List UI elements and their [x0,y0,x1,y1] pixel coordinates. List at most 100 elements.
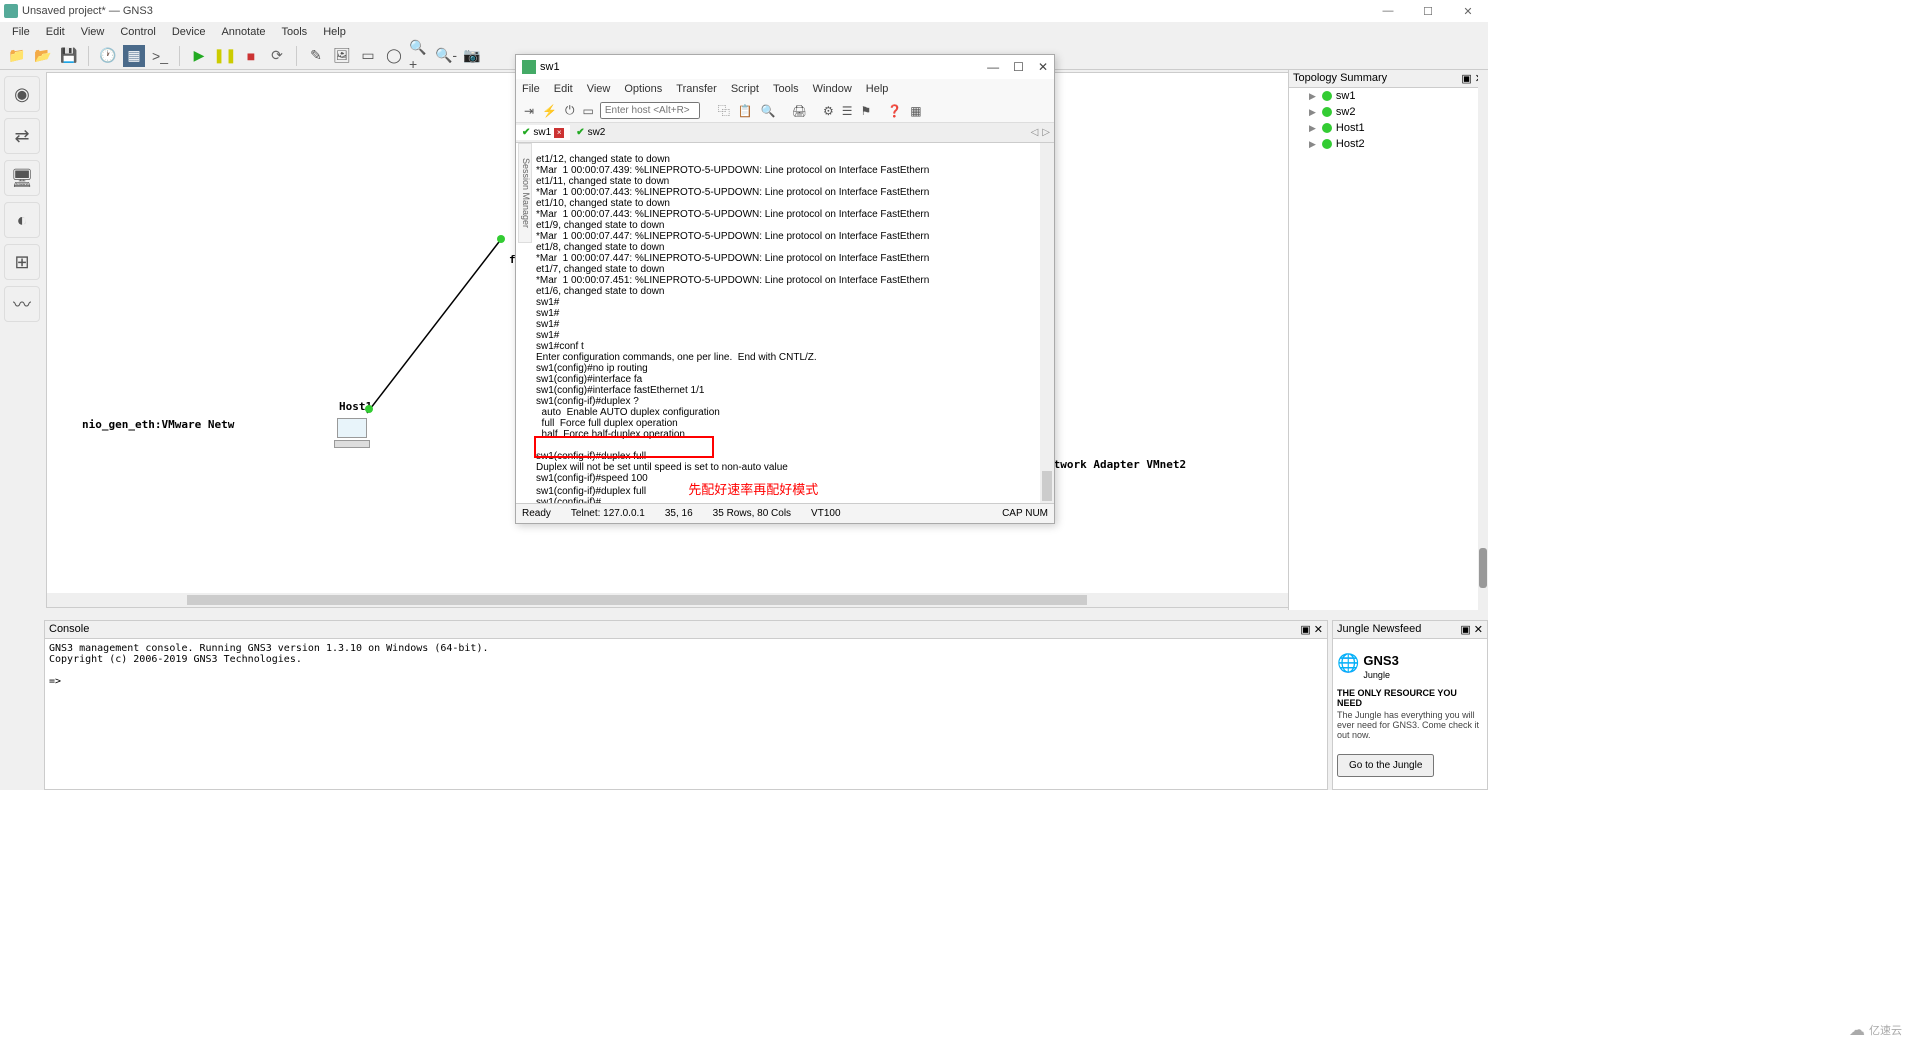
copy-icon[interactable]: ⿻ [716,102,732,119]
start-icon[interactable]: ▶ [188,45,210,67]
routers-icon[interactable]: ◉ [4,76,40,112]
tab-sw2[interactable]: ✔ sw2 [570,125,611,140]
topo-item-sw1[interactable]: ▶sw1 [1289,88,1488,104]
terminal-toolbar: ⇥ ⚡ ⏻ ▭ ⿻ 📋 🔍 🖨 ⚙ ☰ ⚑ ❓ ▦ [516,99,1054,123]
reload-icon[interactable]: ⟳ [266,45,288,67]
status-dot-icon [1322,139,1332,149]
menu-view[interactable]: View [73,26,113,38]
topo-item-host2[interactable]: ▶Host2 [1289,136,1488,152]
switches-icon[interactable]: ⇄ [4,118,40,154]
menu-edit[interactable]: Edit [38,26,73,38]
find-icon[interactable]: 🔍 [759,104,778,118]
host-input[interactable] [600,102,700,119]
panel-header: Topology Summary ▣ ✕ [1289,70,1488,88]
save-icon[interactable]: 💾 [58,45,80,67]
menu-file[interactable]: File [4,26,38,38]
go-to-jungle-button[interactable]: Go to the Jungle [1337,754,1434,777]
menu-control[interactable]: Control [112,26,163,38]
terminal-statusbar: Ready Telnet: 127.0.0.1 35, 16 35 Rows, … [516,503,1054,523]
term-menu-edit[interactable]: Edit [554,83,573,95]
newsfeed-title: Jungle Newsfeed [1337,623,1421,636]
paste-icon[interactable]: 📋 [736,104,755,118]
term-menu-window[interactable]: Window [813,83,852,95]
term-menu-view[interactable]: View [587,83,611,95]
panel-controls[interactable]: ▣ ✕ [1460,623,1483,636]
zoom-in-icon[interactable]: 🔍+ [409,45,431,67]
ellipse-icon[interactable]: ◯ [383,45,405,67]
link-icon[interactable]: 〰 [4,286,40,322]
topo-label: sw1 [1336,90,1356,102]
console-all-icon[interactable]: >_ [149,45,171,67]
stop-icon[interactable]: ■ [240,45,262,67]
menu-help[interactable]: Help [315,26,354,38]
maximize-button[interactable]: ☐ [1408,0,1448,22]
minimize-button[interactable]: — [1368,0,1408,22]
status-dot-icon [1322,123,1332,133]
status-cursor-pos: 35, 16 [665,508,693,519]
canvas-scrollbar-horizontal[interactable] [47,593,1485,607]
tab-next-icon[interactable]: ▷ [1042,127,1050,138]
link-endpoint-dot [365,405,373,413]
separator [88,46,89,66]
help-icon[interactable]: ❓ [885,104,904,118]
terminal-minimize-button[interactable]: — [987,60,999,74]
newsfeed-panel: Jungle Newsfeed ▣ ✕ 🌐 GNS3 Jungle THE ON… [1332,620,1488,790]
session-options-icon[interactable]: ☰ [840,104,855,118]
tab-prev-icon[interactable]: ◁ [1031,127,1039,138]
tab-sw1[interactable]: ✔ sw1 × [516,125,570,140]
image-icon[interactable]: 🖼 [331,45,353,67]
menu-tools[interactable]: Tools [274,26,316,38]
term-menu-help[interactable]: Help [866,83,889,95]
terminal-close-button[interactable]: ✕ [1038,60,1048,74]
separator [296,46,297,66]
console-text[interactable]: GNS3 management console. Running GNS3 ve… [45,639,1327,691]
panel-controls[interactable]: ▣ ✕ [1300,623,1323,636]
menu-annotate[interactable]: Annotate [213,26,273,38]
properties-icon[interactable]: ⚙ [821,104,836,118]
newsfeed-logo: GNS3 [1363,653,1398,668]
term-menu-tools[interactable]: Tools [773,83,799,95]
terminal-titlebar[interactable]: sw1 — ☐ ✕ [516,55,1054,79]
show-names-icon[interactable]: ▦ [123,45,145,67]
topo-item-sw2[interactable]: ▶sw2 [1289,104,1488,120]
note-icon[interactable]: ✎ [305,45,327,67]
screenshot-icon[interactable]: 📷 [461,45,483,67]
new-project-icon[interactable]: 📁 [6,45,28,67]
topo-item-host1[interactable]: ▶Host1 [1289,120,1488,136]
terminal-scrollbar[interactable] [1040,143,1054,503]
status-dot-icon [1322,107,1332,117]
page-scrollbar[interactable] [1478,70,1488,610]
menu-device[interactable]: Device [164,26,214,38]
disconnect-icon[interactable]: ⏻ [563,103,577,118]
security-icon[interactable]: ◐ [4,202,40,238]
terminal-menubar: File Edit View Options Transfer Script T… [516,79,1054,99]
snapshot-icon[interactable]: 🕐 [97,45,119,67]
session-manager-tab[interactable]: Session Manager [518,143,532,243]
pause-icon[interactable]: ❚❚ [214,45,236,67]
watermark-text: 亿速云 [1869,1022,1902,1038]
reconnect-icon[interactable]: ⚡ [540,104,559,118]
term-menu-file[interactable]: File [522,83,540,95]
term-menu-script[interactable]: Script [731,83,759,95]
term-menu-transfer[interactable]: Transfer [676,83,717,95]
newsfeed-header: Jungle Newsfeed ▣ ✕ [1333,621,1487,639]
terminal-maximize-button[interactable]: ☐ [1013,60,1024,74]
topo-label: Host2 [1336,138,1365,150]
zoom-out-icon[interactable]: 🔍- [435,45,457,67]
term-menu-options[interactable]: Options [624,83,662,95]
print-icon[interactable]: 🖨 [790,104,809,118]
tab-close-icon[interactable]: × [554,128,564,138]
close-button[interactable]: ✕ [1448,0,1488,22]
newsfeed-desc: The Jungle has everything you will ever … [1337,710,1483,740]
quick-connect-icon[interactable]: ⇥ [522,104,536,118]
filter-icon[interactable]: ⚑ [859,104,874,118]
all-devices-icon[interactable]: ⊞ [4,244,40,280]
open-project-icon[interactable]: 📂 [32,45,54,67]
newsfeed-sub: Jungle [1363,670,1398,680]
end-devices-icon[interactable]: 🖥 [4,160,40,196]
sessions-icon[interactable]: ▭ [581,104,596,118]
rect-icon[interactable]: ▭ [357,45,379,67]
toggle-icon[interactable]: ▦ [908,104,923,118]
terminal-title: sw1 [540,61,560,73]
check-icon: ✔ [576,127,584,138]
